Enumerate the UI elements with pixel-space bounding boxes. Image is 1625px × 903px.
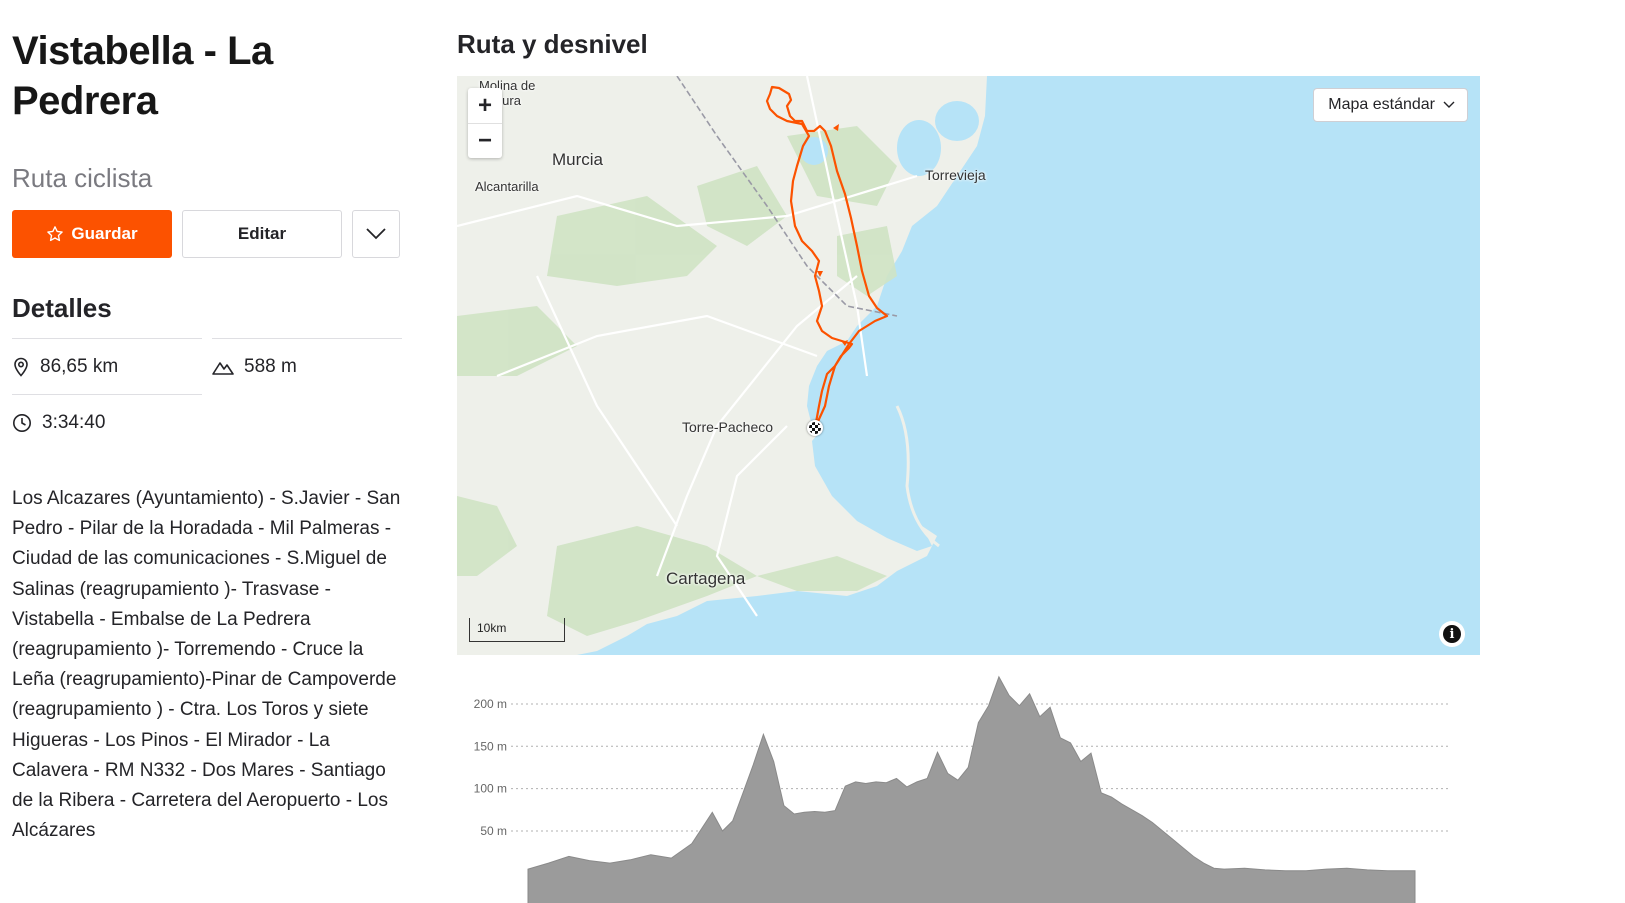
zoom-control: + − xyxy=(468,88,502,158)
map-type-label: Mapa estándar xyxy=(1328,96,1435,113)
map-label-torre-pacheco: Torre-Pacheco xyxy=(682,419,774,435)
map-label-cartagena: Cartagena xyxy=(666,569,746,588)
mountain-icon xyxy=(212,361,234,375)
stat-time: 3:34:40 xyxy=(12,394,202,450)
save-button[interactable]: Guardar xyxy=(12,210,172,258)
route-description: Los Alcazares (Ayuntamiento) - S.Javier … xyxy=(12,488,401,842)
info-icon: i xyxy=(1443,625,1461,643)
map-info-button[interactable]: i xyxy=(1439,621,1465,647)
finish-marker[interactable] xyxy=(807,420,823,436)
edit-button-label: Editar xyxy=(237,224,287,243)
y-tick-label: 50 m xyxy=(480,824,507,838)
elevation-profile-chart[interactable]: 50 m 100 m 150 m 200 m xyxy=(457,660,1480,903)
map-type-dropdown[interactable]: Mapa estándar xyxy=(1313,88,1468,122)
elevation-area-series[interactable] xyxy=(527,675,1416,903)
zoom-out-button[interactable]: − xyxy=(468,123,502,158)
zoom-in-button[interactable]: + xyxy=(468,88,502,123)
stat-distance: 86,65 km xyxy=(12,338,202,394)
route-map[interactable]: Molina de Segura Murcia Alcantarilla Tor… xyxy=(457,76,1480,655)
edit-button[interactable]: Editar xyxy=(182,210,342,258)
y-tick-label: 200 m xyxy=(474,697,507,711)
more-options-button[interactable] xyxy=(352,210,400,258)
salt-lake-north xyxy=(935,101,979,141)
map-scale-bar: 10km xyxy=(469,618,565,642)
elevation-value: 588 m xyxy=(244,355,297,377)
star-icon xyxy=(47,226,64,242)
route-type: Ruta ciclista xyxy=(12,163,153,193)
save-button-label: Guardar xyxy=(71,224,138,243)
map-label-murcia: Murcia xyxy=(552,150,604,169)
map-heading: Ruta y desnivel xyxy=(457,29,648,59)
stat-elevation: 588 m xyxy=(212,338,402,394)
chevron-down-icon xyxy=(1443,101,1455,108)
route-title: Vistabella - La Pedrera xyxy=(12,29,273,123)
location-pin-icon xyxy=(14,357,28,377)
action-bar: Guardar Editar xyxy=(12,210,402,258)
time-value: 3:34:40 xyxy=(42,411,106,433)
map-canvas[interactable] xyxy=(457,76,1480,655)
stats-grid: 86,65 km 588 m 3:34:40 xyxy=(12,338,402,450)
y-tick-label: 100 m xyxy=(474,782,507,796)
chevron-down-icon xyxy=(366,228,386,240)
map-label-alcantarilla: Alcantarilla xyxy=(475,179,539,194)
map-label-torrevieja: Torrevieja xyxy=(925,167,986,183)
y-tick-label: 150 m xyxy=(474,739,507,753)
details-heading: Detalles xyxy=(12,293,112,323)
clock-icon xyxy=(13,413,31,432)
distance-value: 86,65 km xyxy=(40,355,119,377)
route-info-panel: Vistabella - La Pedrera Ruta ciclista Gu… xyxy=(12,26,402,846)
